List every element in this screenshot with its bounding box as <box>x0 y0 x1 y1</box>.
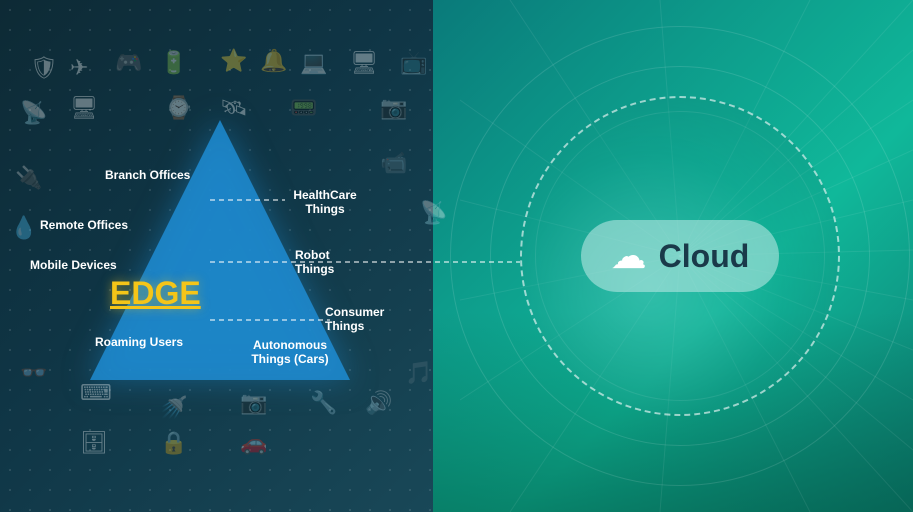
robot-things-label: Robot Things <box>295 248 365 276</box>
consumer-things-label: Consumer Things <box>325 305 395 333</box>
roaming-users-label: Roaming Users <box>95 335 183 349</box>
cloud-icon: ☁ <box>611 235 647 277</box>
cloud-circle: ☁ Cloud <box>520 96 840 416</box>
autonomous-things-label: Autonomous Things (Cars) <box>245 338 335 366</box>
cloud-label-container: ☁ Cloud <box>581 220 780 292</box>
remote-offices-label: Remote Offices <box>40 218 128 232</box>
branch-offices-label: Branch Offices <box>105 168 190 182</box>
mobile-devices-label: Mobile Devices <box>30 258 117 272</box>
healthcare-things-label: HealthCare Things <box>285 188 365 216</box>
edge-label: EDGE <box>110 275 201 312</box>
cloud-label: Cloud <box>659 238 750 275</box>
